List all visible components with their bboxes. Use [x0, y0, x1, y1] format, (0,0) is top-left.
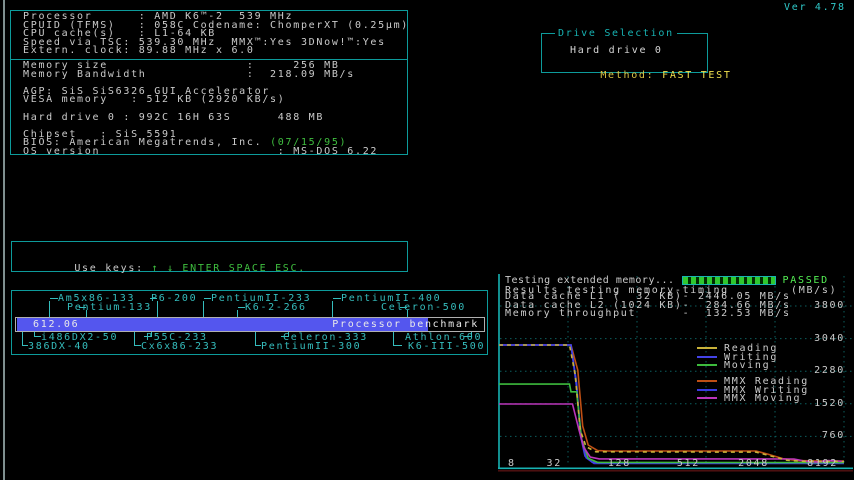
processor-benchmark-chart: 612.06 Processor benchmark Am5x86-133P6-…: [11, 290, 488, 355]
memtest-result-lines: Data cache L1 ( 32 KB)- 2446.05 MB/sData…: [505, 293, 791, 319]
benchmark-ref-tick: [134, 332, 135, 346]
benchmark-ref-stub: [464, 336, 471, 337]
benchmark-ref-stub: [23, 345, 28, 346]
drive-selection-dialog: Drive Selection Hard drive 0 Method: FAS…: [541, 33, 708, 73]
drive-method-label: Method:: [600, 70, 662, 81]
legend-label-moving: Moving: [724, 360, 770, 371]
results-units-header: (MB/s): [791, 285, 837, 296]
benchmark-ref-stub: [150, 298, 157, 299]
benchmark-ref-stub: [238, 307, 245, 308]
memtest-progressbar: [682, 276, 776, 285]
system-info-line: VESA memory : 512 KB (2920 KB/s): [23, 96, 407, 105]
benchmark-ref-tick: [471, 332, 472, 337]
benchmark-ref-stub: [400, 307, 407, 308]
benchmark-score: 612.06: [33, 319, 79, 330]
y-tick-label: 2280: [811, 365, 845, 376]
benchmark-ref-stub: [394, 345, 402, 346]
benchmark-ref-label: Cx6x86-233: [141, 341, 218, 352]
drive-item-hard-drive-0[interactable]: Hard drive 0: [570, 45, 663, 56]
y-tick-label: 3800: [811, 300, 845, 311]
benchmark-ref-stub: [281, 336, 288, 337]
benchmark-ref-tick: [203, 301, 204, 317]
drive-method-value: FAST TEST: [662, 70, 732, 81]
drive-selection-title: Drive Selection: [555, 28, 677, 39]
benchmark-ref-label: PentiumII-300: [261, 341, 361, 352]
benchmark-title: Processor benchmark: [332, 319, 479, 330]
benchmark-ref-stub: [144, 336, 151, 337]
keys-help-keys: ↑ ↓ ENTER SPACE ESC.: [152, 263, 306, 274]
y-tick-label: 760: [811, 430, 845, 441]
screen-left-edge-line: [3, 0, 5, 480]
benchmark-ref-tick: [407, 310, 408, 317]
series-mmx-moving: [499, 404, 844, 462]
benchmark-ref-stub: [35, 336, 41, 337]
system-info-text: Memory Bandwidth : 218.09 MB/s: [23, 69, 355, 80]
system-info-text: VESA memory : 512 KB (2920 KB/s): [23, 94, 286, 105]
x-tick-label: 8192: [807, 458, 838, 469]
system-info-text: Hard drive 0 : 992C 16H 63S 488 MB: [23, 112, 324, 123]
cpu-info-lines: Processor : AMD K6™-2 539 MHzCPUID (TFMS…: [23, 13, 407, 56]
system-info-line: Memory Bandwidth : 218.09 MB/s: [23, 71, 407, 80]
benchmark-ref-tick: [49, 301, 50, 317]
system-info-line: OS version : MS-DOS 6.22: [23, 148, 407, 157]
benchmark-ref-tick: [393, 332, 394, 346]
x-tick-label: 2048: [738, 458, 769, 469]
benchmark-ref-stub: [79, 307, 86, 308]
system-info-lines: Memory size : 256 MBMemory Bandwidth : 2…: [23, 62, 407, 157]
system-info-text: OS version : MS-DOS 6.22: [23, 146, 378, 157]
benchmark-ref-stub: [135, 345, 141, 346]
benchmark-ref-label: 386DX-40: [28, 341, 90, 352]
legend-swatch-mmx-moving: [697, 397, 717, 399]
system-info-line: Hard drive 0 : 992C 16H 63S 488 MB: [23, 114, 407, 123]
benchmark-ref-stub: [256, 345, 261, 346]
benchmark-ref-tick: [22, 332, 23, 346]
y-tick-label: 1520: [811, 398, 845, 409]
x-tick-label: 512: [677, 458, 700, 469]
keys-help-label: Use keys:: [74, 263, 151, 274]
keys-help-box: Use keys: ↑ ↓ ENTER SPACE ESC.: [11, 241, 408, 272]
legend-swatch-mmx-writing: [697, 389, 717, 391]
benchmark-ref-tick: [288, 332, 289, 337]
benchmark-ref-tick: [332, 301, 333, 317]
memtest-result-line: Memory throughput - 132.53 MB/s: [505, 310, 791, 319]
benchmark-ref-label: Celeron-500: [381, 302, 466, 313]
benchmark-ref-stub: [204, 298, 211, 299]
benchmark-ref-tick: [151, 332, 152, 337]
legend-swatch-reading: [697, 347, 717, 349]
x-tick-label: 8: [508, 458, 516, 469]
legend-swatch-writing: [697, 356, 717, 358]
keys-help-line: Use keys: ↑ ↓ ENTER SPACE ESC.: [28, 252, 306, 285]
legend-swatch-mmx-reading: [697, 380, 717, 382]
cpu-info-box: Processor : AMD K6™-2 539 MHzCPUID (TFMS…: [10, 10, 408, 60]
x-tick-label: 32: [547, 458, 562, 469]
benchmark-ref-label: K6-2-266: [245, 302, 307, 313]
benchmark-ref-tick: [86, 310, 87, 317]
version-label: Ver 4.78: [784, 2, 846, 13]
drive-method-line: Method: FAST TEST: [554, 59, 732, 92]
cpu-info-line: Extern. clock: 89.88 MHz x 6.0: [23, 47, 407, 56]
benchmark-ref-tick: [237, 310, 238, 317]
system-info-box: Memory size : 256 MBMemory Bandwidth : 2…: [10, 59, 408, 155]
benchmark-ref-stub: [333, 298, 341, 299]
speedsys-screen: Ver 4.78 Processor : AMD K6™-2 539 MHzCP…: [0, 0, 854, 480]
benchmark-ref-tick: [255, 332, 256, 346]
legend-label-mmx-moving: MMX Moving: [724, 393, 801, 404]
legend-swatch-moving: [697, 364, 717, 366]
benchmark-ref-stub: [50, 298, 58, 299]
benchmark-ref-label: K6-III-500: [408, 341, 485, 352]
x-tick-label: 128: [608, 458, 631, 469]
y-tick-label: 3040: [811, 333, 845, 344]
benchmark-ref-tick: [157, 301, 158, 317]
